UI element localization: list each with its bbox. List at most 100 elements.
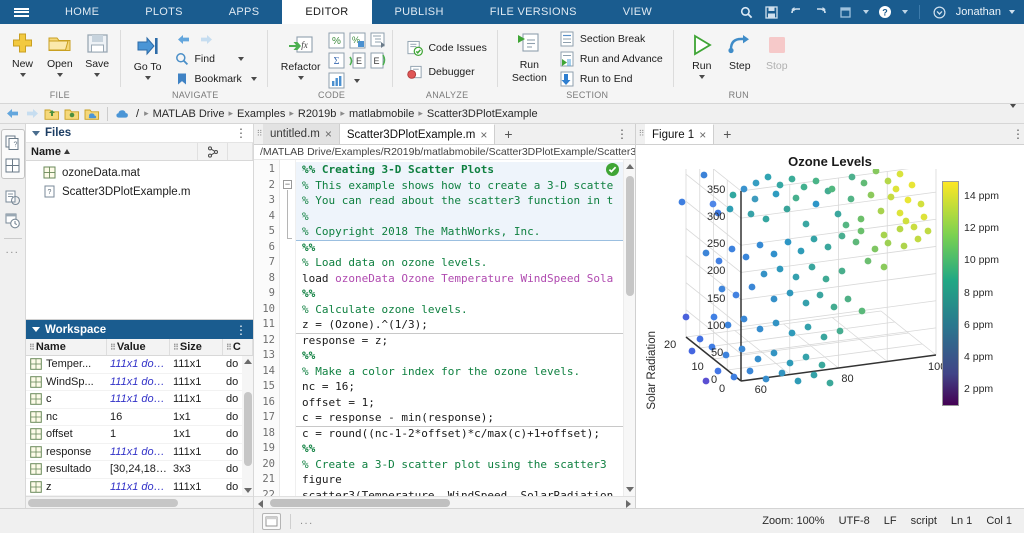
code-line[interactable]: figure	[296, 472, 623, 488]
ribbon-tab-view[interactable]: VIEW	[600, 0, 675, 24]
redo-icon[interactable]	[813, 4, 830, 21]
scroll-thumb[interactable]	[626, 176, 634, 296]
hscroll-thumb[interactable]	[28, 499, 178, 507]
check-ok-icon[interactable]	[606, 163, 619, 176]
workspace-row[interactable]: z 111x1 double 111x1 do	[26, 479, 253, 496]
breadcrumb-item[interactable]: MATLAB Drive	[152, 108, 226, 120]
file-list-item[interactable]: ozoneData.mat	[26, 163, 253, 182]
run-button[interactable]: Run	[683, 30, 721, 80]
code-analyzer-icon[interactable]	[2, 187, 24, 208]
workspace-row[interactable]: Temper... 111x1 double 111x1 do	[26, 356, 253, 374]
close-icon[interactable]: ×	[480, 128, 487, 142]
ribbon-tab-editor[interactable]: EDITOR	[282, 0, 372, 24]
files-collapse-icon[interactable]	[32, 130, 40, 136]
save-icon[interactable]	[763, 4, 780, 21]
zoom-level[interactable]: Zoom: 100%	[762, 515, 824, 527]
search-icon[interactable]	[738, 4, 755, 21]
editor-panel-menu-icon[interactable]: ⋮	[616, 124, 635, 144]
save-button[interactable]: Save	[79, 28, 116, 78]
run-to-end-button[interactable]: Run to End	[555, 70, 667, 88]
figure-new-tab-button[interactable]: +	[714, 124, 740, 144]
code-line[interactable]: %%	[296, 240, 623, 256]
close-icon[interactable]: ×	[699, 128, 706, 142]
ribbon-tab-file-versions[interactable]: FILE VERSIONS	[467, 0, 600, 24]
layout-chevron-down-icon[interactable]	[862, 10, 869, 14]
address-chevron-down-icon[interactable]	[1010, 103, 1020, 120]
scroll-up-icon[interactable]	[243, 359, 252, 364]
editor-tab-1[interactable]: untitled.m ×	[263, 124, 340, 144]
workspace-column-value[interactable]: ⠿ Value	[107, 339, 170, 355]
workspace-row[interactable]: c 111x1 double 111x1 do	[26, 391, 253, 409]
workspace-collapse-icon[interactable]	[32, 327, 40, 332]
files-icon[interactable]: ?	[2, 132, 24, 153]
breadcrumb-root[interactable]: /	[135, 108, 140, 120]
code-line[interactable]: response = z;	[296, 333, 623, 349]
run-section-button[interactable]: Run Section	[506, 28, 553, 85]
ribbon-tab-plots[interactable]: PLOTS	[122, 0, 206, 24]
user-chevron-down-icon[interactable]	[1009, 10, 1015, 14]
breadcrumb-item[interactable]: Scatter3DPlotExample	[426, 108, 539, 120]
file-type-label[interactable]: script	[911, 515, 937, 527]
breadcrumb-item[interactable]: R2019b	[297, 108, 338, 120]
figure-panel-menu-icon[interactable]: ⋮	[1012, 124, 1024, 144]
workspace-column-class[interactable]: ⠿ C	[223, 339, 253, 355]
scroll-down-icon[interactable]	[626, 487, 634, 492]
code-grid-chevron-down-icon[interactable]	[347, 71, 367, 90]
rail-more-icon[interactable]: ...	[6, 244, 20, 256]
browse-folder-icon[interactable]	[64, 107, 80, 121]
workspace-scrollbar[interactable]	[242, 356, 253, 496]
code-line[interactable]: scatter3(Temperature, WindSpeed, SolarRa…	[296, 488, 623, 497]
run-and-advance-button[interactable]: Run and Advance	[555, 50, 667, 68]
layout-icon[interactable]	[838, 4, 855, 21]
workspace-row[interactable]: offset 1 1x1 do	[26, 426, 253, 444]
workspace-grid-icon[interactable]	[2, 155, 24, 176]
ribbon-tab-publish[interactable]: PUBLISH	[372, 0, 467, 24]
comment-icon[interactable]: %	[326, 31, 346, 50]
code-editor-area[interactable]: 1234567891011121314151617181920212223242…	[254, 160, 635, 496]
figure-canvas[interactable]: Ozone Levels 350 300 250 200 150 100 50 0 20 10 0 6…	[636, 145, 1024, 508]
code-line[interactable]: load ozoneData Ozone Temperature WindSpe…	[296, 271, 623, 287]
save-chevron-down-icon[interactable]	[94, 73, 101, 77]
code-line[interactable]: c = response - min(response);	[296, 410, 623, 426]
smart-indent-icon[interactable]	[368, 31, 388, 50]
insert-function-icon[interactable]: Σ	[326, 51, 346, 70]
workspace-panel-menu-icon[interactable]: ⋮	[235, 324, 247, 336]
account-status-icon[interactable]	[931, 4, 948, 21]
new-chevron-down-icon[interactable]	[19, 73, 26, 77]
close-icon[interactable]: ×	[325, 127, 332, 141]
editor-vscrollbar[interactable]	[623, 160, 635, 496]
refactor-button[interactable]: fx Refactor	[275, 28, 327, 81]
code-line[interactable]: nc = 16;	[296, 379, 623, 395]
workspace-column-name[interactable]: ⠿ Name	[26, 339, 107, 355]
code-line[interactable]: %	[296, 209, 623, 225]
code-line[interactable]: %% Creating 3-D Scatter Plots	[296, 162, 623, 178]
editor-tab-2[interactable]: Scatter3DPlotExample.m ×	[339, 124, 496, 144]
command-history-icon[interactable]	[2, 210, 24, 231]
scroll-right-icon[interactable]	[626, 500, 631, 508]
code-line[interactable]: % Copyright 2018 The MathWorks, Inc.	[296, 224, 623, 240]
code-line[interactable]: % Load data on ozone levels.	[296, 255, 623, 271]
code-line[interactable]: % Calculate ozone levels.	[296, 302, 623, 318]
code-line[interactable]: c = round((nc-1-2*offset)*c/max(c)+1+off…	[296, 426, 623, 442]
back-arrow-icon[interactable]	[176, 31, 192, 47]
find-button[interactable]: Find	[170, 50, 261, 68]
code-line[interactable]: offset = 1;	[296, 395, 623, 411]
editor-new-tab-button[interactable]: +	[495, 124, 521, 144]
workspace-row[interactable]: nc 16 1x1 do	[26, 409, 253, 426]
step-button[interactable]: Step	[721, 30, 759, 73]
wrap-comment-icon[interactable]: E	[347, 51, 367, 70]
section-break-button[interactable]: Section Break	[555, 30, 667, 48]
workspace-row[interactable]: response 111x1 double 111x1 do	[26, 444, 253, 461]
open-button[interactable]: Open	[41, 28, 79, 78]
forward-icon[interactable]	[24, 107, 40, 121]
scroll-up-icon[interactable]	[626, 164, 634, 169]
help-chevron-down-icon[interactable]	[901, 10, 908, 14]
scroll-thumb[interactable]	[244, 392, 252, 466]
go-to-button[interactable]: Go To	[128, 28, 168, 81]
run-chevron-down-icon[interactable]	[698, 75, 705, 79]
workspace-column-size[interactable]: ⠿ Size	[170, 339, 223, 355]
go-to-chevron-down-icon[interactable]	[144, 76, 151, 80]
workspace-hscrollbar[interactable]	[26, 496, 253, 508]
command-window-icon[interactable]	[262, 512, 281, 530]
stop-button[interactable]: Stop	[759, 30, 795, 73]
